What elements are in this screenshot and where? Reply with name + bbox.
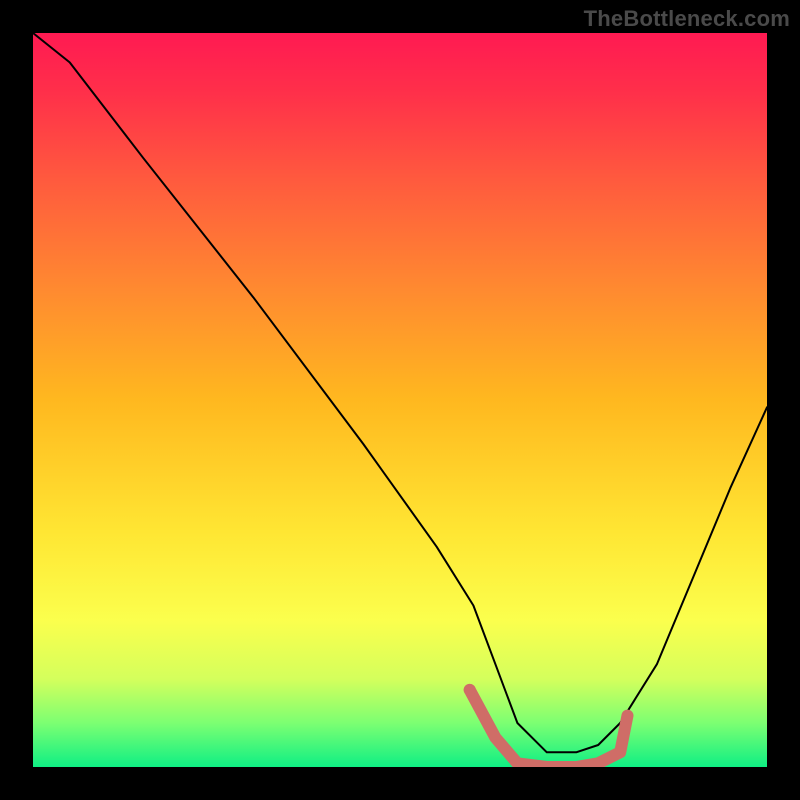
curve-layer bbox=[33, 33, 767, 767]
highlight-marker-dot bbox=[464, 684, 476, 696]
highlight-marker-line bbox=[470, 690, 628, 767]
plot-area bbox=[33, 33, 767, 767]
chart-stage: TheBottleneck.com bbox=[0, 0, 800, 800]
bottleneck-curve-line bbox=[33, 33, 767, 752]
watermark-text: TheBottleneck.com bbox=[584, 6, 790, 32]
